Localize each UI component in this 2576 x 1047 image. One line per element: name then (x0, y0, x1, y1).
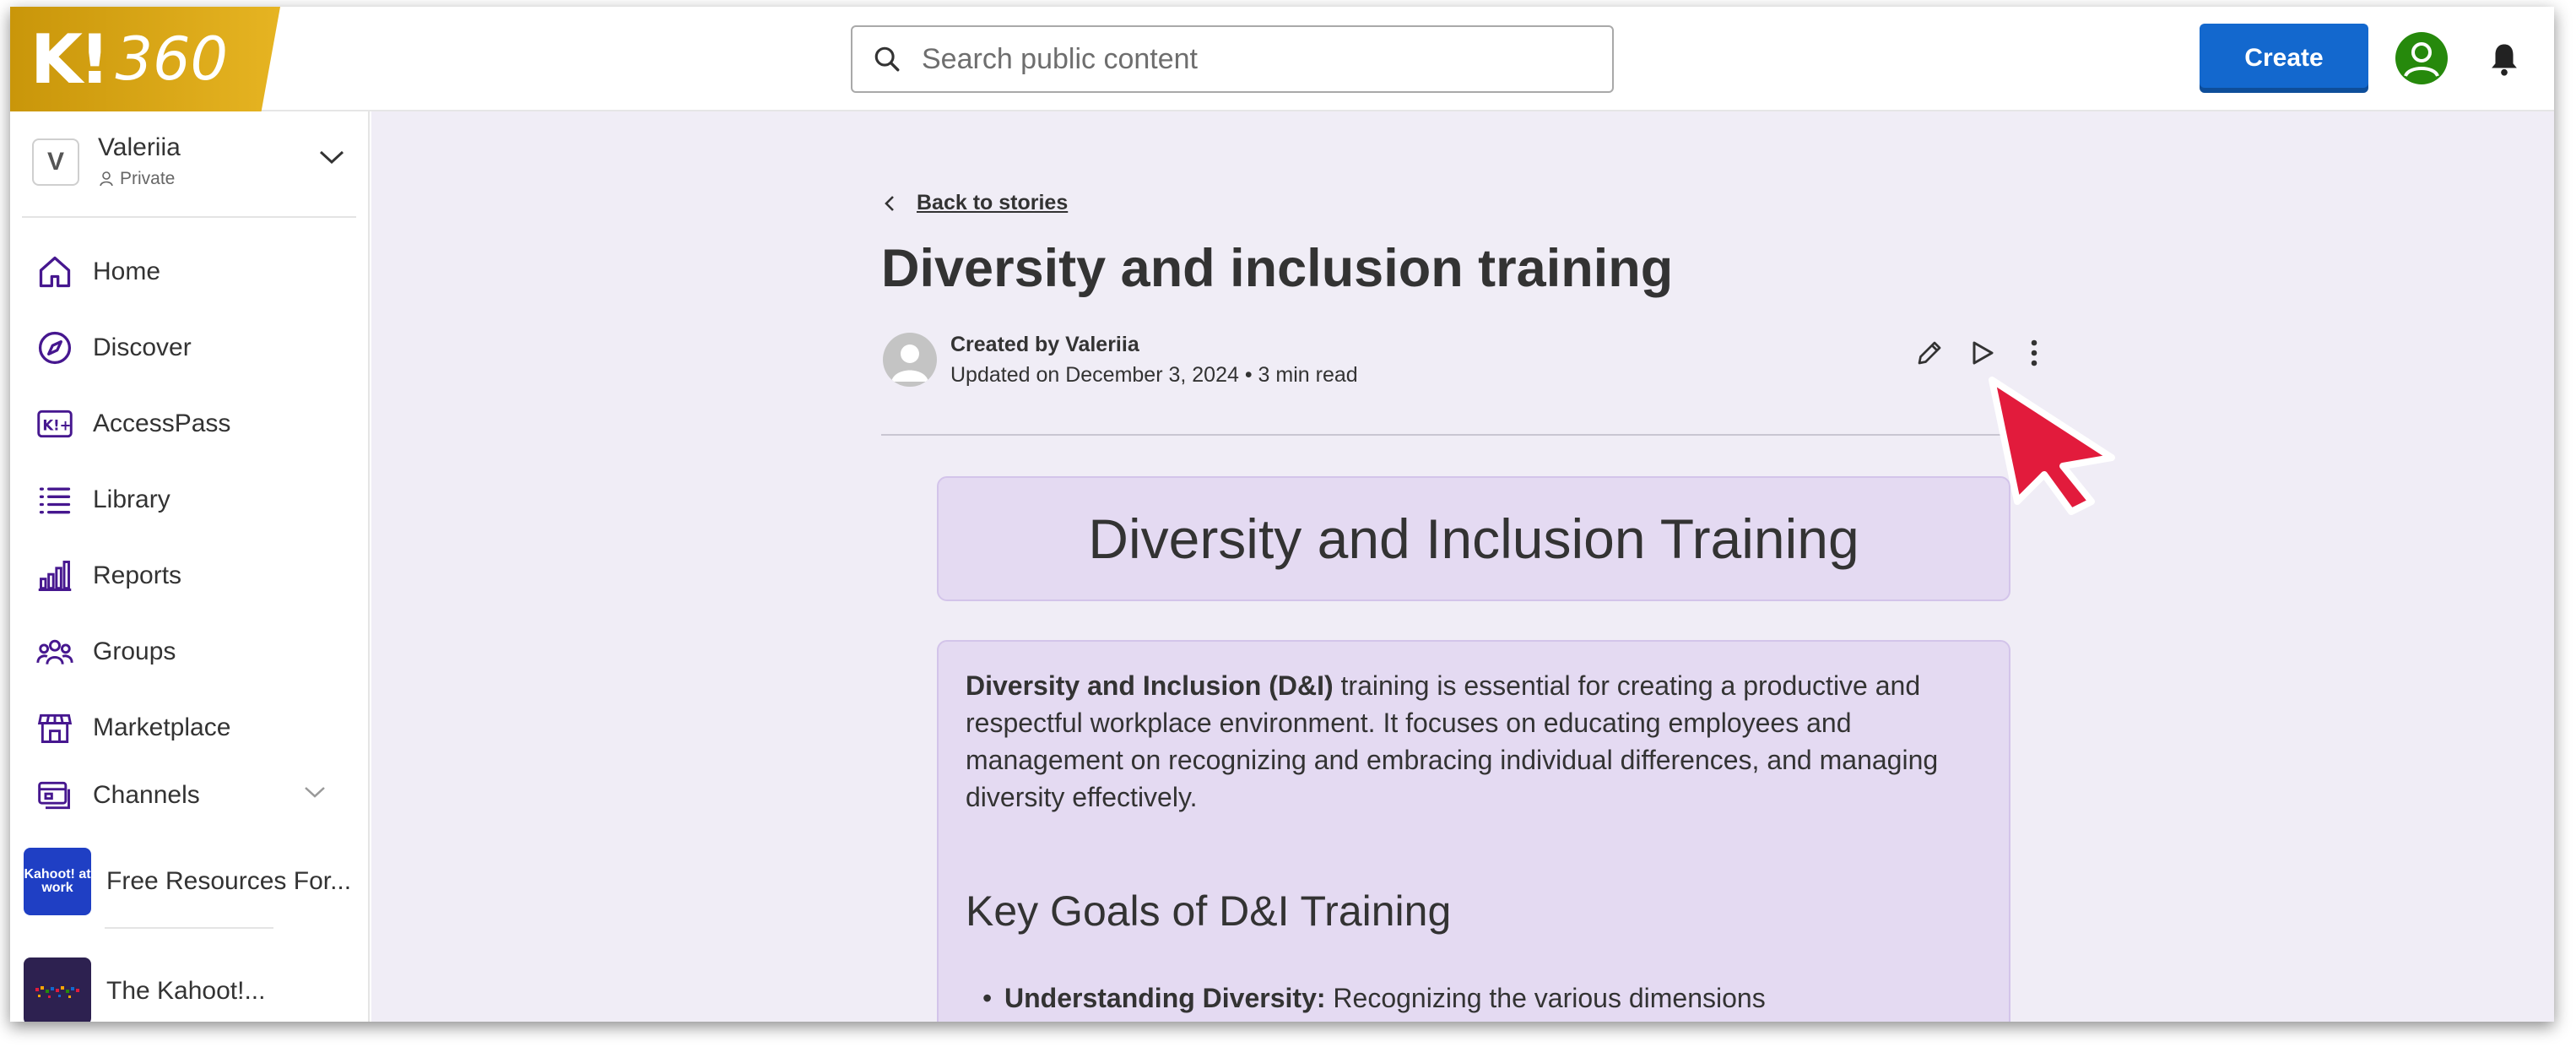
home-icon (35, 252, 74, 291)
search-input[interactable] (922, 42, 1580, 76)
bullet-bold: Understanding Diversity: (1004, 983, 1326, 1013)
workspace-switcher[interactable]: V Valeriia Private (22, 133, 356, 218)
sidebar-item-reports[interactable]: Reports (35, 551, 181, 601)
search-icon (874, 46, 900, 72)
workspace-visibility: Private (98, 169, 175, 189)
sidebar-item-groups[interactable]: Groups (35, 627, 176, 677)
story-main: Back to stories Diversity and inclusion … (371, 111, 2554, 1022)
person-icon (100, 171, 113, 187)
pointer-cursor-icon (1989, 377, 2115, 515)
updated-line: Updated on December 3, 2024 • 3 min read (950, 363, 1358, 387)
bullet-text: Recognizing the various dimensions (1325, 983, 1766, 1013)
sidebar-item-marketplace[interactable]: Marketplace (35, 703, 230, 753)
group-icon (35, 632, 74, 671)
search-box[interactable] (851, 25, 1614, 93)
compass-icon (35, 328, 74, 367)
logo-k: K! (30, 19, 111, 99)
more-options-icon[interactable] (2014, 333, 2054, 373)
sidebar: V Valeriia Private Home Discover K!+ Acc… (10, 111, 370, 1022)
sidebar-item-label: Channels (93, 781, 200, 809)
title-card: Diversity and Inclusion Training (937, 476, 2010, 601)
sidebar-item-channels[interactable]: Channels (35, 770, 200, 821)
back-link-label: Back to stories (917, 191, 1069, 214)
user-avatar-icon[interactable] (2395, 32, 2448, 84)
sidebar-item-label: Home (93, 258, 161, 285)
logo-360: 360 (115, 24, 229, 94)
app-window: K! 360 Create V Valer (10, 7, 2554, 1022)
sidebar-item-library[interactable]: Library (35, 475, 170, 525)
sidebar-item-label: AccessPass (93, 410, 231, 437)
bar-chart-icon (35, 556, 74, 595)
svg-text:K!+: K!+ (42, 417, 71, 433)
sidebar-item-label: Marketplace (93, 713, 231, 741)
create-button[interactable]: Create (2200, 24, 2368, 93)
accesspass-icon: K!+ (35, 404, 74, 443)
kahoot-360-logo[interactable]: K! 360 (10, 7, 280, 111)
channel-item[interactable]: Kahoot! at work Free Resources For... (24, 846, 361, 917)
list-icon (35, 480, 74, 519)
store-icon (35, 708, 74, 747)
chevron-down-icon[interactable] (302, 784, 327, 800)
back-to-stories-link[interactable]: Back to stories (881, 191, 1068, 215)
story-actions (1909, 333, 2066, 373)
divider (881, 434, 2051, 436)
list-item: Understanding Diversity: Recognizing the… (982, 983, 1766, 1014)
visibility-label: Private (120, 169, 176, 188)
workspace-name: Valeriia (98, 133, 181, 161)
channel-label: The Kahoot!... (106, 977, 266, 1005)
channel-thumbnail: Kahoot! at work (24, 848, 91, 915)
intro-paragraph: Diversity and Inclusion (D&I) training i… (966, 667, 1978, 816)
channels-icon (35, 776, 74, 815)
play-icon[interactable] (1962, 333, 2002, 373)
channel-thumbnail (24, 957, 91, 1022)
intro-bold: Diversity and Inclusion (D&I) (966, 670, 1334, 701)
page-title: Diversity and inclusion training (881, 239, 1674, 298)
content-card: Diversity and Inclusion (D&I) training i… (937, 640, 2010, 1022)
workspace-initial: V (32, 138, 79, 186)
edit-icon[interactable] (1909, 333, 1950, 373)
sidebar-item-accesspass[interactable]: K!+ AccessPass (35, 399, 230, 449)
sidebar-item-discover[interactable]: Discover (35, 323, 192, 373)
chevron-left-icon (885, 195, 894, 211)
channel-item[interactable]: The Kahoot!... (24, 956, 361, 1022)
author-line: Created by Valeriia (950, 333, 1139, 356)
sidebar-item-label: Reports (93, 561, 182, 589)
chevron-down-icon[interactable] (317, 147, 346, 167)
sidebar-item-label: Groups (93, 637, 176, 665)
divider (105, 927, 273, 929)
sidebar-item-label: Discover (93, 334, 192, 361)
section-heading: Key Goals of D&I Training (966, 887, 1452, 935)
sidebar-item-home[interactable]: Home (35, 247, 160, 297)
top-bar: K! 360 Create (10, 7, 2554, 111)
sidebar-item-label: Library (93, 486, 170, 513)
bell-icon[interactable] (2487, 41, 2522, 78)
author-avatar (883, 333, 937, 387)
channel-label: Free Resources For... (106, 867, 352, 895)
